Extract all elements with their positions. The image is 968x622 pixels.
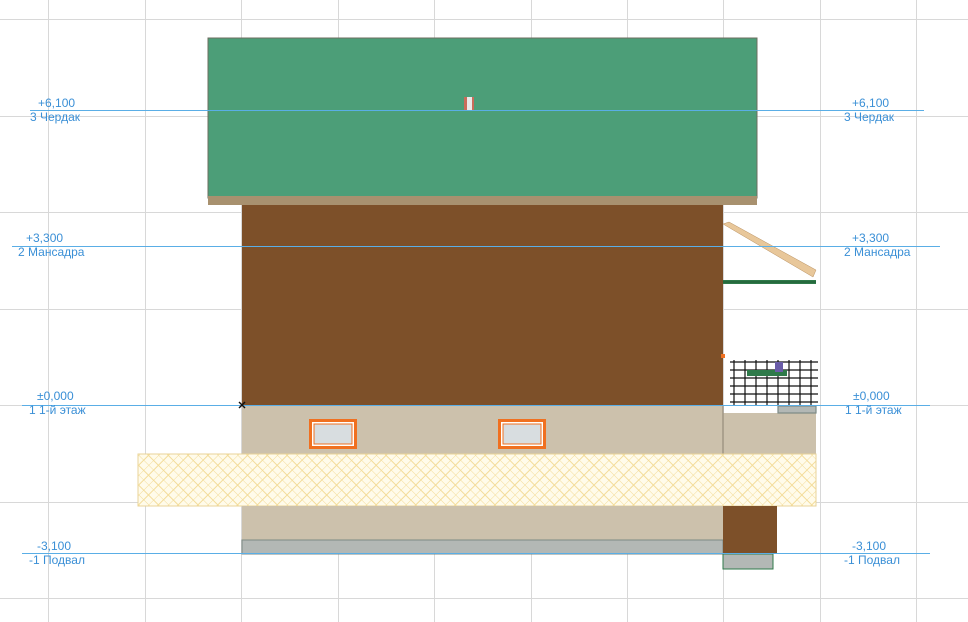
porch-railing[interactable] (721, 354, 818, 414)
basement-wall[interactable] (241, 506, 777, 570)
chimney-pipe[interactable] (464, 97, 474, 111)
upper-wall[interactable] (242, 205, 723, 406)
level-value: -3,100 (852, 539, 887, 553)
level-name: -1 Подвал (844, 553, 900, 567)
level-value: +3,300 (852, 231, 890, 245)
roof[interactable] (207, 37, 758, 205)
level-label-left-attic[interactable]: +6,100 3 Чердак (30, 96, 80, 124)
level-name: 1 1-й этаж (29, 403, 86, 417)
level-label-right-basement[interactable]: -3,100 -1 Подвал (844, 539, 900, 567)
ground-section[interactable] (137, 453, 817, 507)
level-label-right-first-floor[interactable]: ±0,000 1 1-й этаж (845, 389, 902, 417)
level-label-left-first-floor[interactable]: ±0,000 1 1-й этаж (29, 389, 86, 417)
level-value: ±0,000 (853, 389, 890, 403)
window-1[interactable] (309, 419, 357, 449)
level-label-left-mansard[interactable]: +3,300 2 Мансадра (18, 231, 84, 259)
level-name: -1 Подвал (29, 553, 85, 567)
level-name: 1 1-й этаж (845, 403, 902, 417)
level-value: +6,100 (38, 96, 76, 110)
level-label-right-attic[interactable]: +6,100 3 Чердак (844, 96, 894, 124)
level-label-right-mansard[interactable]: +3,300 2 Мансадра (844, 231, 910, 259)
level-name: 2 Мансадра (844, 245, 911, 259)
canopy-rafter[interactable] (722, 221, 817, 284)
level-value: ±0,000 (37, 389, 74, 403)
level-value: +6,100 (852, 96, 890, 110)
level-name: 3 Чердак (30, 110, 81, 124)
level-label-left-basement[interactable]: -3,100 -1 Подвал (29, 539, 85, 567)
window-2[interactable] (498, 419, 546, 449)
level-name: 3 Чердак (844, 110, 895, 124)
level-name: 2 Мансадра (18, 245, 85, 259)
elevation-drawing-canvas[interactable] (0, 0, 968, 622)
level-value: -3,100 (37, 539, 72, 553)
level-value: +3,300 (26, 231, 64, 245)
